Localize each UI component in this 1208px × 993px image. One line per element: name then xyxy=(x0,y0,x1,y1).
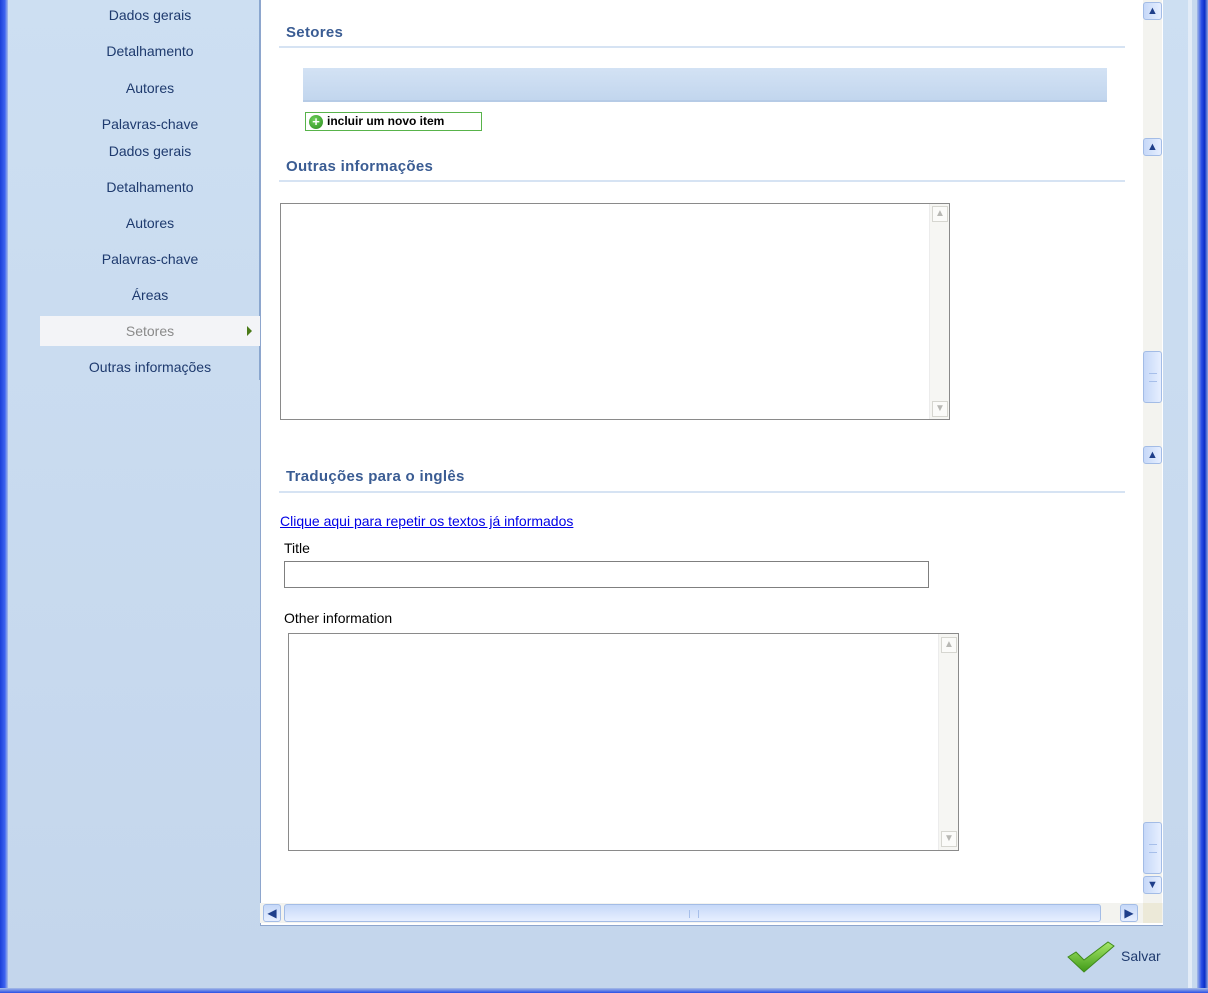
window-frame-right xyxy=(1197,0,1208,993)
chevron-down-icon[interactable]: ▼ xyxy=(941,831,957,847)
sidebar-item-label: Setores xyxy=(125,323,175,339)
sidebar-item-autores[interactable]: Autores xyxy=(40,208,260,238)
window-frame-bottom xyxy=(0,988,1208,993)
add-item-label: incluir um novo item xyxy=(327,114,445,128)
section-divider xyxy=(279,46,1125,48)
chevron-down-icon[interactable]: ▼ xyxy=(1143,876,1162,894)
save-label: Salvar xyxy=(1121,948,1161,964)
other-information-textarea[interactable]: ▲ ▼ xyxy=(288,633,959,851)
section-title-setores: Setores xyxy=(286,24,344,41)
chevron-right-icon[interactable]: ▶ xyxy=(1120,904,1138,922)
caret-right-icon xyxy=(247,326,252,336)
sidebar-item-autores[interactable]: Autores xyxy=(40,73,260,103)
plus-circle-icon: + xyxy=(309,115,323,129)
chevron-up-icon[interactable]: ▲ xyxy=(1143,446,1162,464)
textarea-scrollbar[interactable]: ▲ ▼ xyxy=(929,204,949,419)
outras-informacoes-textarea[interactable]: ▲ ▼ xyxy=(280,203,950,420)
sidebar-item-detalhamento[interactable]: Detalhamento xyxy=(40,36,260,66)
section-title-outras-informacoes: Outras informações xyxy=(286,158,434,175)
chevron-left-icon[interactable]: ◀ xyxy=(263,904,281,922)
sidebar-item-palavras-chave[interactable]: Palavras-chave xyxy=(40,244,260,274)
content-pane: Setores + incluir um novo item Outras in… xyxy=(260,0,1163,926)
chevron-up-icon[interactable]: ▲ xyxy=(1143,138,1162,156)
vertical-scrollbar-thumb[interactable] xyxy=(1143,822,1162,874)
sidebar-nav: Dados gerais Detalhamento Autores Palavr… xyxy=(8,0,260,950)
chevron-up-icon[interactable]: ▲ xyxy=(932,206,948,222)
chevron-up-icon[interactable]: ▲ xyxy=(941,637,957,653)
scrollbar-corner xyxy=(1143,903,1162,923)
horizontal-scrollbar[interactable]: ◀ ▶ xyxy=(260,903,1163,923)
sidebar-item-dados-gerais[interactable]: Dados gerais xyxy=(40,0,260,30)
repeat-texts-link[interactable]: Clique aqui para repetir os textos já in… xyxy=(280,513,573,529)
chevron-down-icon[interactable]: ▼ xyxy=(932,401,948,417)
setores-list-header xyxy=(303,68,1107,102)
window-frame-right-inner xyxy=(1188,0,1192,993)
sidebar-item-areas[interactable]: Áreas xyxy=(40,280,260,310)
add-item-button[interactable]: + incluir um novo item xyxy=(305,112,482,131)
sidebar-item-detalhamento[interactable]: Detalhamento xyxy=(40,172,260,202)
title-label: Title xyxy=(284,540,310,556)
textarea-scrollbar[interactable]: ▲ ▼ xyxy=(938,634,958,850)
section-title-traducoes: Traduções para o inglês xyxy=(286,468,465,485)
vertical-scrollbar-thumb[interactable] xyxy=(1143,351,1162,403)
window-frame-left xyxy=(0,0,8,993)
checkmark-icon xyxy=(1067,941,1115,973)
title-input[interactable] xyxy=(284,561,929,588)
section-divider xyxy=(279,491,1125,493)
horizontal-scrollbar-thumb[interactable] xyxy=(284,904,1101,922)
sidebar-item-setores[interactable]: Setores xyxy=(40,316,260,346)
sidebar-item-outras-informacoes[interactable]: Outras informações xyxy=(40,352,260,382)
section-divider xyxy=(279,180,1125,182)
sidebar-item-palavras-chave[interactable]: Palavras-chave xyxy=(40,109,260,139)
chevron-up-icon[interactable]: ▲ xyxy=(1143,2,1162,20)
sidebar-item-dados-gerais[interactable]: Dados gerais xyxy=(40,136,260,166)
other-information-label: Other information xyxy=(284,610,393,626)
